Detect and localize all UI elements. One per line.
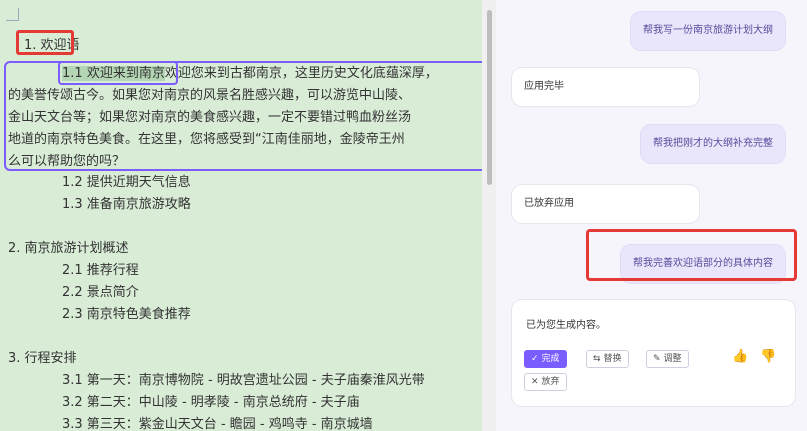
item-1-3[interactable]: 1.3 准备南京旅游攻略 [62, 194, 191, 216]
thumbs-down-icon[interactable]: 👎 [760, 349, 776, 364]
discard-label: 放弃 [541, 377, 560, 387]
discard-button[interactable]: ✕ 放弃 [524, 373, 567, 391]
page-corner-marker [6, 8, 19, 21]
result-text: 已为您生成内容。 [526, 320, 606, 331]
item-3-3[interactable]: 3.3 第三天：紫金山天文台 - 瞻园 - 鸡鸣寺 - 南京城墙 [62, 414, 373, 431]
close-icon: ✕ [531, 377, 539, 387]
message-highlight-box [586, 229, 797, 281]
user-message-2: 帮我把刚才的大纲补充完整 [641, 125, 785, 163]
heading-itinerary[interactable]: 3. 行程安排 [8, 348, 77, 370]
check-icon: ✓ [531, 354, 539, 364]
replace-button[interactable]: ⇆ 替换 [586, 350, 629, 368]
thumbs-up-icon[interactable]: 👍 [732, 349, 748, 364]
item-2-2[interactable]: 2.2 景点简介 [62, 282, 139, 304]
item-3-1[interactable]: 3.1 第一天：南京博物院 - 明故宫遗址公园 - 夫子庙秦淮风光带 [62, 370, 425, 392]
user-message-1: 帮我写一份南京旅游计划大纲 [631, 12, 785, 50]
magic-pen-icon: ✎ [653, 354, 661, 364]
adjust-button[interactable]: ✎ 调整 [646, 350, 689, 368]
item-1-2[interactable]: 1.2 提供近期天气信息 [62, 172, 191, 194]
adjust-label: 调整 [663, 354, 682, 364]
assistant-message-2: 已放弃应用 [512, 185, 699, 223]
item-3-2[interactable]: 3.2 第二天：中山陵 - 明孝陵 - 南京总统府 - 夫子庙 [62, 392, 360, 414]
document-pane[interactable]: 1. 欢迎语 1.1 欢迎来到南京欢迎您来到古都南京，这里历史文化底蕴深厚， 的… [0, 0, 482, 431]
item-2-3[interactable]: 2.3 南京特色美食推荐 [62, 304, 191, 326]
assistant-message-1: 应用完毕 [512, 68, 699, 106]
assistant-result-card: 已为您生成内容。 ✓ 完成 ⇆ 替换 ✎ 调整 👍 👎 ✕ 放弃 [512, 300, 795, 406]
selected-title-frame [58, 61, 178, 85]
scrollbar-thumb[interactable] [487, 10, 492, 185]
replace-label: 替换 [603, 354, 622, 364]
swap-icon: ⇆ [593, 354, 601, 364]
item-2-1[interactable]: 2.1 推荐行程 [62, 260, 139, 282]
heading-highlight-box [16, 30, 74, 55]
done-label: 完成 [541, 354, 560, 364]
heading-overview[interactable]: 2. 南京旅游计划概述 [8, 238, 129, 260]
done-button[interactable]: ✓ 完成 [524, 350, 567, 368]
